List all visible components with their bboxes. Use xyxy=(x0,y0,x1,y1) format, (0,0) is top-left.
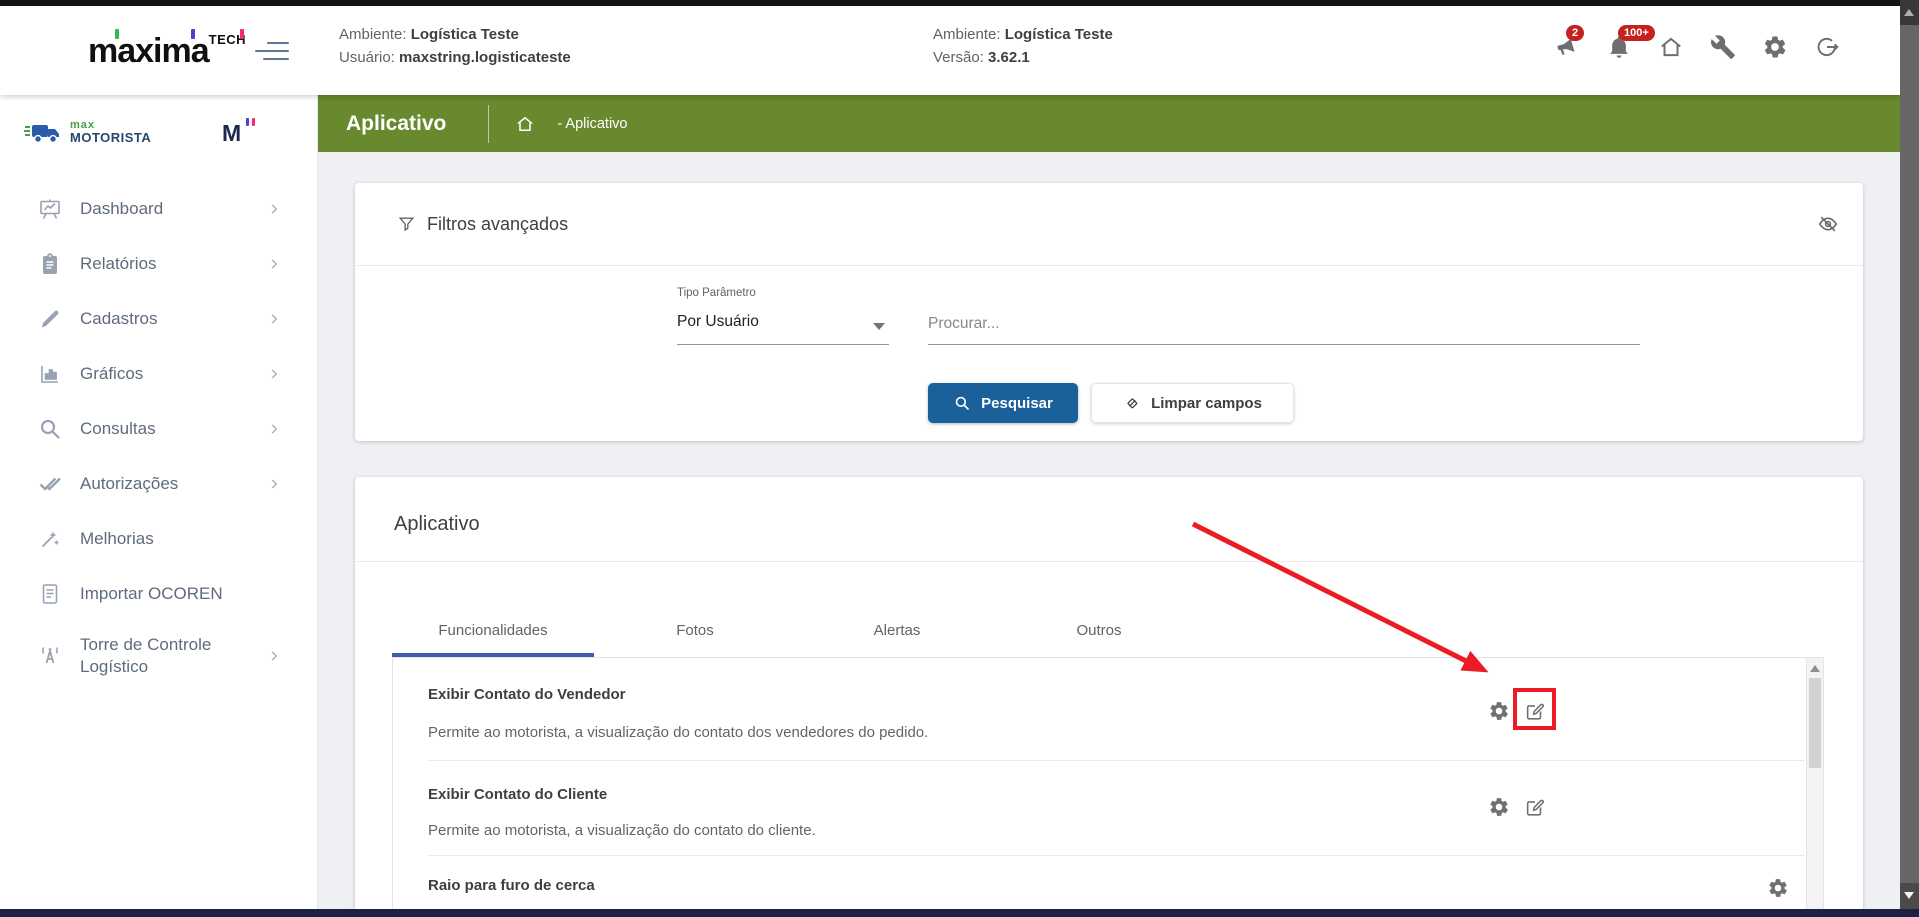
environment-user-info: Ambiente: Logística Teste Usuário: maxst… xyxy=(339,26,571,66)
sidebar-toggle-hamburger-icon[interactable] xyxy=(253,40,289,62)
announcement-count-badge: 2 xyxy=(1566,25,1585,41)
advanced-filters-card: Filtros avançados Tipo Parâmetro Por Usu… xyxy=(355,183,1863,441)
queries-icon xyxy=(38,417,62,441)
window-top-strip xyxy=(0,0,1900,6)
charts-icon xyxy=(38,362,62,386)
features-list: Exibir Contato do Vendedor Permite ao mo… xyxy=(392,657,1824,917)
gear-icon[interactable] xyxy=(1767,877,1789,899)
breadcrumb-divider xyxy=(488,104,490,143)
improvements-icon xyxy=(38,527,62,551)
sidebar-item-consultas[interactable]: Consultas xyxy=(0,401,317,456)
authorizations-icon xyxy=(38,472,62,496)
chevron-right-icon xyxy=(267,312,281,326)
main-content: Filtros avançados Tipo Parâmetro Por Usu… xyxy=(318,152,1900,917)
tab-fotos[interactable]: Fotos xyxy=(594,561,796,657)
filter-funnel-icon xyxy=(397,215,416,234)
sidebar-item-dashboard[interactable]: Dashboard xyxy=(0,181,317,236)
eraser-icon xyxy=(1127,398,1138,409)
list-item: Exibir Contato do Vendedor Permite ao mo… xyxy=(393,658,1805,760)
sidebar-menu: Dashboard Relatórios Cadastros Gráficos xyxy=(0,181,317,691)
announcement-icon[interactable]: 2 xyxy=(1554,25,1585,60)
sidebar-item-torre-de-controle[interactable]: Torre de Controle Logístico xyxy=(0,621,317,691)
product-logo-line2: MOTORISTA xyxy=(70,129,152,145)
bottom-status-strip xyxy=(0,909,1919,917)
gear-icon[interactable] xyxy=(1488,796,1510,818)
aplicativo-section-title: Aplicativo xyxy=(394,513,480,535)
chevron-right-icon xyxy=(267,477,281,491)
breadcrumb: - Aplicativo xyxy=(557,115,628,132)
truck-icon xyxy=(24,125,59,144)
list-item: Raio para furo de cerca xyxy=(393,855,1805,917)
chevron-down-icon xyxy=(873,323,885,330)
wrench-icon[interactable] xyxy=(1710,34,1736,60)
browser-scrollbar-thumb[interactable] xyxy=(1900,25,1919,883)
sidebar-item-autorizacoes[interactable]: Autorizações xyxy=(0,456,317,511)
gear-icon[interactable] xyxy=(1762,34,1788,60)
search-icon xyxy=(955,396,969,410)
chevron-right-icon xyxy=(267,649,281,663)
edit-icon[interactable] xyxy=(1524,796,1546,818)
gear-icon[interactable] xyxy=(1488,700,1510,722)
scroll-up-arrow-icon xyxy=(1904,9,1914,16)
search-input[interactable] xyxy=(928,303,1640,345)
param-type-select[interactable]: Por Usuário xyxy=(677,303,889,345)
page-header-bar: Aplicativo - Aplicativo xyxy=(318,95,1900,152)
clear-fields-button[interactable]: Limpar campos xyxy=(1091,383,1294,423)
tab-funcionalidades[interactable]: Funcionalidades xyxy=(392,561,594,657)
page-title: Aplicativo xyxy=(346,111,447,135)
edit-icon[interactable] xyxy=(1524,700,1546,722)
param-type-value: Por Usuário xyxy=(677,313,759,330)
registrations-icon xyxy=(38,307,62,331)
chevron-right-icon xyxy=(267,257,281,271)
import-ocoren-icon xyxy=(38,582,62,606)
eye-off-icon[interactable] xyxy=(1817,213,1839,235)
list-scrollbar[interactable] xyxy=(1806,658,1823,917)
tab-alertas[interactable]: Alertas xyxy=(796,561,998,657)
tab-bar: Funcionalidades Fotos Alertas Outros xyxy=(392,561,1200,657)
bell-icon[interactable]: 100+ xyxy=(1606,25,1655,60)
sidebar-item-melhorias[interactable]: Melhorias xyxy=(0,511,317,566)
scroll-up-arrow-icon[interactable] xyxy=(1810,665,1820,672)
sidebar-item-cadastros[interactable]: Cadastros xyxy=(0,291,317,346)
logout-icon[interactable] xyxy=(1814,34,1840,60)
sidebar-item-graficos[interactable]: Gráficos xyxy=(0,346,317,401)
scroll-down-arrow-icon[interactable] xyxy=(1904,892,1914,899)
search-field-wrapper xyxy=(928,303,1640,345)
scrollbar-thumb[interactable] xyxy=(1809,678,1821,768)
max-motorista-logo: max MOTORISTA xyxy=(24,117,151,147)
app-header: maximaTECH Ambiente: Logística Teste Usu… xyxy=(0,6,1900,95)
browser-scrollbar[interactable] xyxy=(1900,0,1919,909)
maxima-mini-logo: M xyxy=(222,118,255,147)
aplicativo-card: Aplicativo Funcionalidades Fotos Alertas… xyxy=(355,477,1863,917)
maxima-tech-logo: maximaTECH xyxy=(88,28,248,78)
notification-count-badge: 100+ xyxy=(1618,25,1655,41)
reports-icon xyxy=(38,252,62,276)
param-type-label: Tipo Parâmetro xyxy=(677,287,756,299)
chevron-right-icon xyxy=(267,202,281,216)
filters-title: Filtros avançados xyxy=(427,213,569,234)
logo-tick-green xyxy=(115,29,119,39)
control-tower-icon xyxy=(38,644,62,668)
environment-version-info: Ambiente: Logística Teste Versão: 3.62.1 xyxy=(933,26,1113,66)
tab-outros[interactable]: Outros xyxy=(998,561,1200,657)
sidebar: max MOTORISTA M Dashboard Relatórios Cad… xyxy=(0,95,318,909)
product-logo-line1: max xyxy=(70,118,96,131)
search-button[interactable]: Pesquisar xyxy=(928,383,1078,423)
logo-tick-indigo xyxy=(191,29,195,39)
chevron-right-icon xyxy=(267,422,281,436)
sidebar-item-relatorios[interactable]: Relatórios xyxy=(0,236,317,291)
filters-card-header: Filtros avançados xyxy=(355,183,1863,266)
home-icon[interactable] xyxy=(1658,34,1684,60)
scroll-up-button[interactable] xyxy=(1900,0,1919,25)
breadcrumb-home-icon[interactable] xyxy=(515,114,535,134)
dashboard-icon xyxy=(38,197,62,221)
chevron-right-icon xyxy=(267,367,281,381)
list-item: Exibir Contato do Cliente Permite ao mot… xyxy=(393,760,1805,855)
logo-tick-pink xyxy=(240,29,244,39)
sidebar-item-importar-ocoren[interactable]: Importar OCOREN xyxy=(0,566,317,621)
